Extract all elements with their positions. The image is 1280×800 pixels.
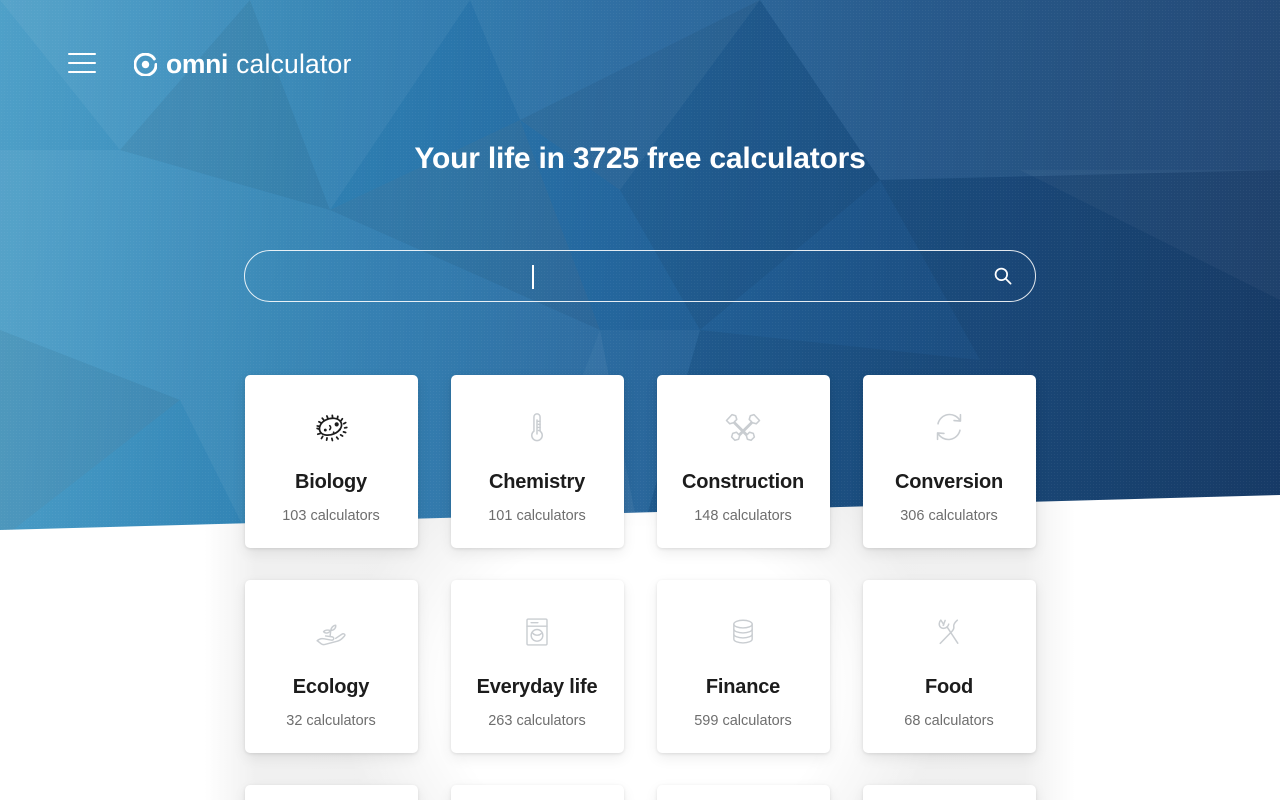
category-card-chemistry[interactable]: Chemistry 101 calculators [450,375,624,548]
thermometer-icon [516,404,558,450]
category-card-partial-1[interactable] [244,785,418,800]
search-text-cursor [532,265,534,289]
category-count: 599 calculators [694,713,792,729]
fork-spoon-icon [928,609,970,655]
category-title: Finance [705,676,781,698]
category-title: Ecology [292,676,370,698]
search-bar[interactable] [244,250,1036,302]
bacteria-icon [310,404,352,450]
hand-sprout-icon [309,609,353,655]
hamburger-line-1 [68,53,96,55]
search-input[interactable] [245,251,971,301]
category-card-food[interactable]: Food 68 calculators [862,580,1036,753]
hamburger-line-2 [68,62,96,64]
omni-target-icon [134,53,157,76]
category-card-biology[interactable]: Biology 103 calculators [244,375,418,548]
circular-arrows-icon [927,404,971,450]
brand-name-secondary: calculator [236,48,352,79]
washing-machine-icon [517,609,557,655]
category-title: Biology [295,471,367,493]
coin-stack-icon [723,609,763,655]
category-title: Food [924,676,974,698]
page-root: omni calculator Your life in 3725 free c… [0,0,1280,800]
category-title: Conversion [894,471,1004,493]
hamburger-line-3 [68,71,96,73]
category-card-everyday-life[interactable]: Everyday life 263 calculators [450,580,624,753]
category-count: 68 calculators [904,713,994,729]
category-grid: Biology 103 calculators Chemistry 101 ca… [0,375,1280,800]
search-submit-button[interactable] [971,251,1035,301]
page-title: Your life in 3725 free calculators [414,142,866,175]
top-navigation-bar: omni calculator [0,0,1280,128]
category-card-partial-3[interactable] [656,785,830,800]
category-title: Everyday life [476,676,598,698]
category-count: 32 calculators [286,713,376,729]
category-card-partial-2[interactable] [450,785,624,800]
category-count: 306 calculators [900,508,998,524]
category-title: Construction [681,471,805,493]
category-count: 263 calculators [488,713,586,729]
category-card-construction[interactable]: Construction 148 calculators [656,375,830,548]
brand-name-primary: omni [166,48,229,79]
brand-logo[interactable]: omni calculator [134,51,352,78]
category-title: Chemistry [488,471,585,493]
category-count: 103 calculators [282,508,380,524]
category-count: 101 calculators [488,508,586,524]
category-card-partial-4[interactable] [862,785,1036,800]
category-card-ecology[interactable]: Ecology 32 calculators [244,580,418,753]
hamburger-menu-icon[interactable] [68,53,96,73]
category-count: 148 calculators [694,508,792,524]
category-card-finance[interactable]: Finance 599 calculators [656,580,830,753]
category-card-conversion[interactable]: Conversion 306 calculators [862,375,1036,548]
crossed-wrenches-icon [721,404,765,450]
search-icon [994,267,1012,285]
